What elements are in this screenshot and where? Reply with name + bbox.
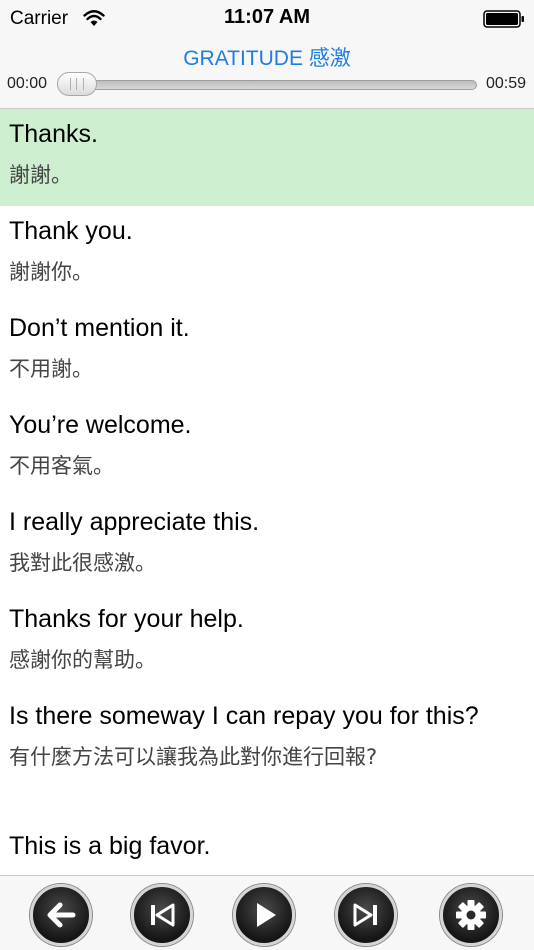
header: GRATITUDE 感激 00:00 00:59 bbox=[0, 40, 534, 109]
total-time: 00:59 bbox=[485, 75, 526, 92]
play-button[interactable] bbox=[233, 884, 295, 946]
phrase-row[interactable]: Thanks. 謝謝。 bbox=[0, 109, 534, 206]
phrase-row[interactable]: Don’t mention it. 不用謝。 bbox=[0, 303, 534, 400]
next-button[interactable] bbox=[335, 884, 397, 946]
phrase-english: You’re welcome. bbox=[9, 411, 192, 439]
bottom-toolbar bbox=[0, 875, 534, 950]
back-button[interactable] bbox=[30, 884, 92, 946]
phrase-chinese: 不用謝。 bbox=[9, 357, 93, 381]
phrase-chinese: 感謝你的幫助。 bbox=[9, 648, 156, 672]
skip-previous-icon bbox=[151, 903, 175, 927]
phrase-english: Don’t mention it. bbox=[9, 314, 190, 342]
elapsed-time: 00:00 bbox=[7, 75, 48, 92]
phrase-chinese: 不用客氣。 bbox=[9, 454, 114, 478]
phrase-english: I really appreciate this. bbox=[9, 508, 260, 536]
phrase-row[interactable]: Thank you. 謝謝你。 bbox=[0, 206, 534, 303]
play-icon bbox=[257, 903, 276, 927]
previous-button[interactable] bbox=[131, 884, 193, 946]
skip-next-icon bbox=[353, 903, 377, 927]
phrase-row[interactable]: You’re welcome. 不用客氣。 bbox=[0, 400, 534, 497]
phrase-english: Thank you. bbox=[9, 217, 133, 245]
status-bar: Carrier 11:07 AM bbox=[0, 0, 534, 40]
phrase-english: Is there someway I can repay you for thi… bbox=[9, 702, 479, 730]
phrase-row[interactable]: I really appreciate this. 我對此很感激。 bbox=[0, 497, 534, 594]
gear-icon bbox=[456, 900, 486, 930]
back-arrow-icon bbox=[47, 902, 76, 928]
grip-icon bbox=[70, 78, 84, 90]
phrase-chinese: 有什麼方法可以讓我為此對你進行回報? bbox=[9, 745, 378, 769]
phrase-english: Thanks. bbox=[9, 120, 98, 148]
phrase-row[interactable]: This is a big favor. bbox=[0, 821, 534, 875]
settings-button[interactable] bbox=[440, 884, 502, 946]
phrase-chinese: 我對此很感激。 bbox=[9, 551, 156, 575]
battery-icon bbox=[483, 10, 524, 28]
slider-thumb[interactable] bbox=[57, 72, 97, 96]
phrase-row[interactable]: Thanks for your help. 感謝你的幫助。 bbox=[0, 594, 534, 691]
app-screen: Carrier 11:07 AM GRATITUDE 感激 00:00 00:5… bbox=[0, 0, 534, 950]
clock: 11:07 AM bbox=[224, 6, 310, 28]
progress-slider[interactable] bbox=[57, 80, 477, 90]
phrase-english: Thanks for your help. bbox=[9, 605, 244, 633]
phrase-english: This is a big favor. bbox=[9, 832, 211, 860]
phrase-chinese: 謝謝你。 bbox=[9, 260, 93, 284]
page-title: GRATITUDE 感激 bbox=[183, 47, 351, 70]
phrase-chinese: 謝謝。 bbox=[9, 163, 72, 187]
phrase-row[interactable]: Is there someway I can repay you for thi… bbox=[0, 691, 534, 821]
phrase-list[interactable]: Thanks. 謝謝。 Thank you. 謝謝你。 Don’t mention it… bbox=[0, 109, 534, 875]
